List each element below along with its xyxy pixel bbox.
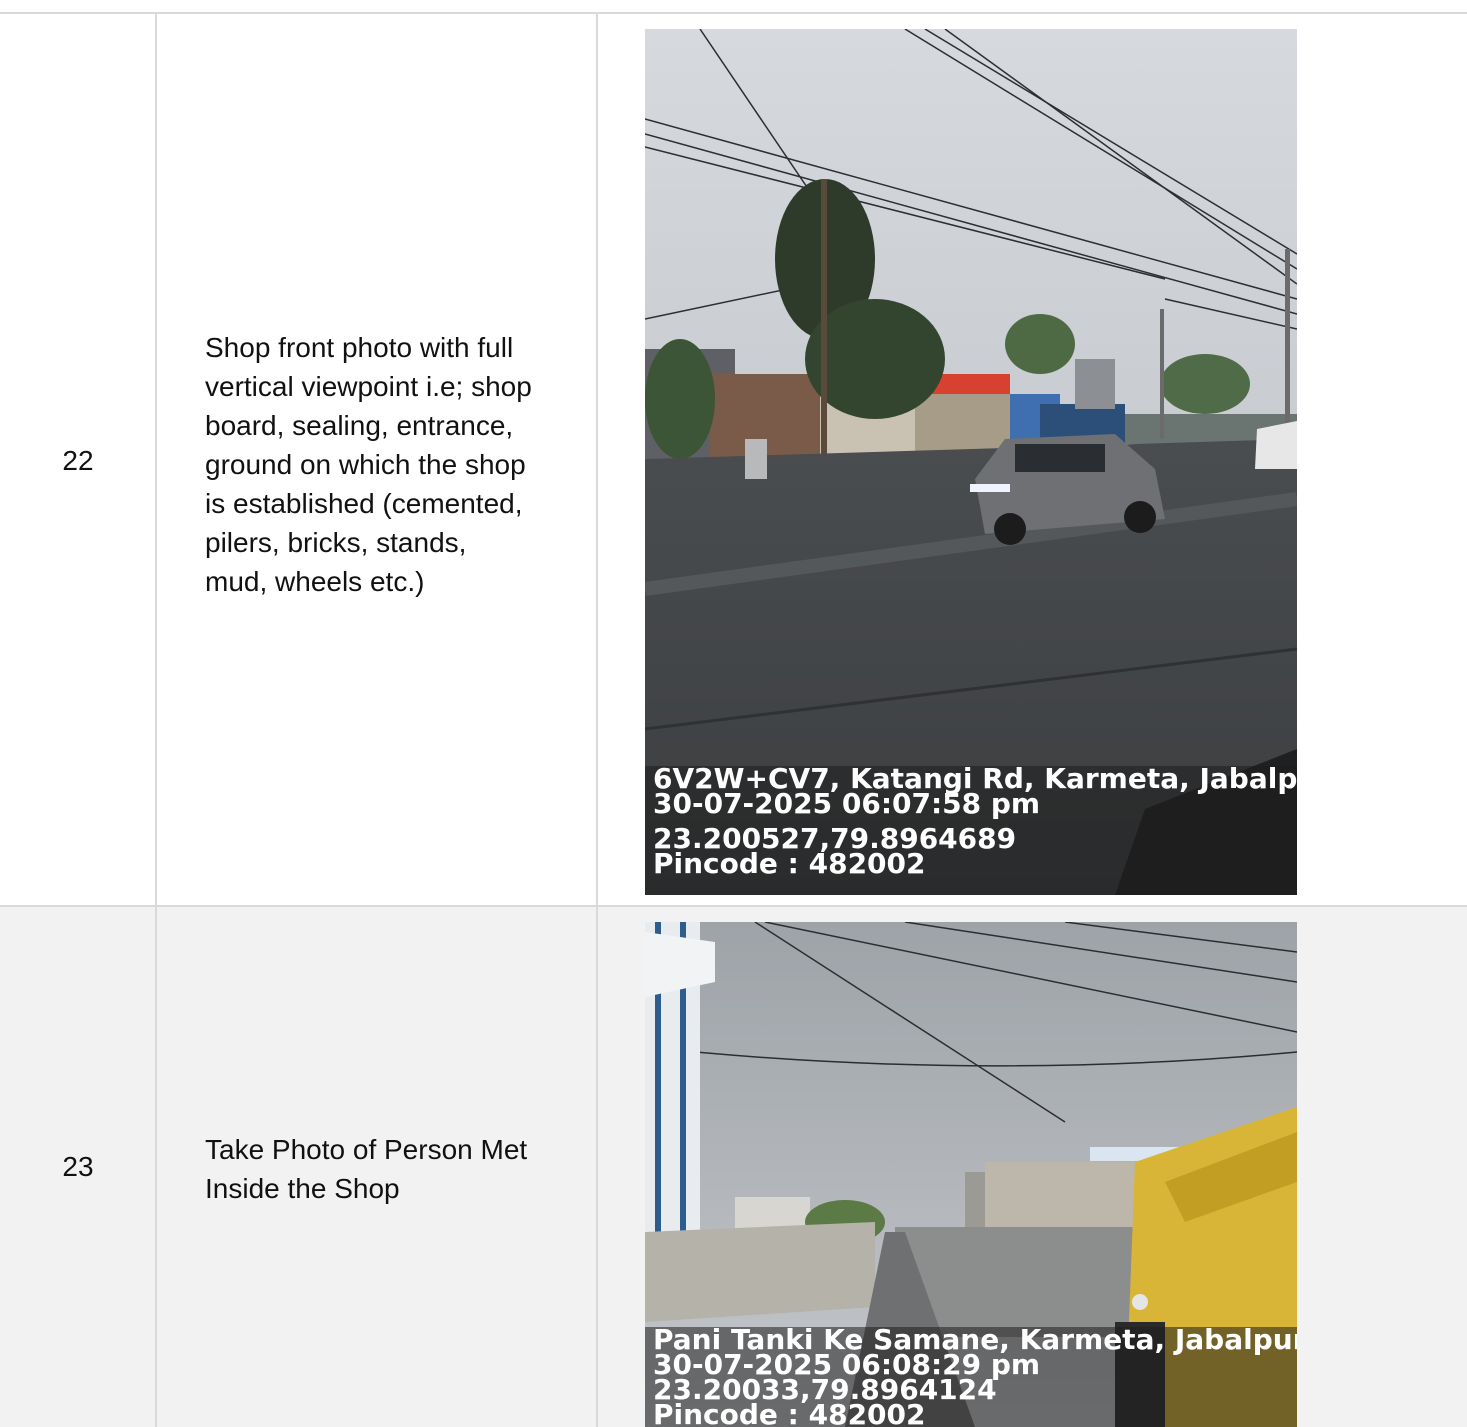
row-description: Shop front photo with full vertical view…	[205, 332, 532, 597]
table-row: 22 Shop front photo with full vertical v…	[0, 12, 1467, 907]
photo-geotag-overlay: 6V2W+CV7, Katangi Rd, Karmeta, Jabalpur,…	[645, 766, 1297, 895]
shop-front-photo: 6V2W+CV7, Katangi Rd, Karmeta, Jabalpur,…	[645, 29, 1297, 895]
column-divider	[596, 907, 598, 1427]
photo-geotag-overlay: Pani Tanki Ke Samane, Karmeta, Jabalpur,…	[645, 1327, 1297, 1427]
person-met-photo: Pani Tanki Ke Samane, Karmeta, Jabalpur,…	[645, 922, 1297, 1427]
table-row: 23 Take Photo of Person Met Inside the S…	[0, 905, 1467, 1427]
row-description: Take Photo of Person Met Inside the Shop	[205, 1134, 528, 1204]
row-number: 23	[62, 1151, 94, 1182]
column-divider	[596, 14, 598, 907]
row-number: 22	[62, 444, 94, 476]
